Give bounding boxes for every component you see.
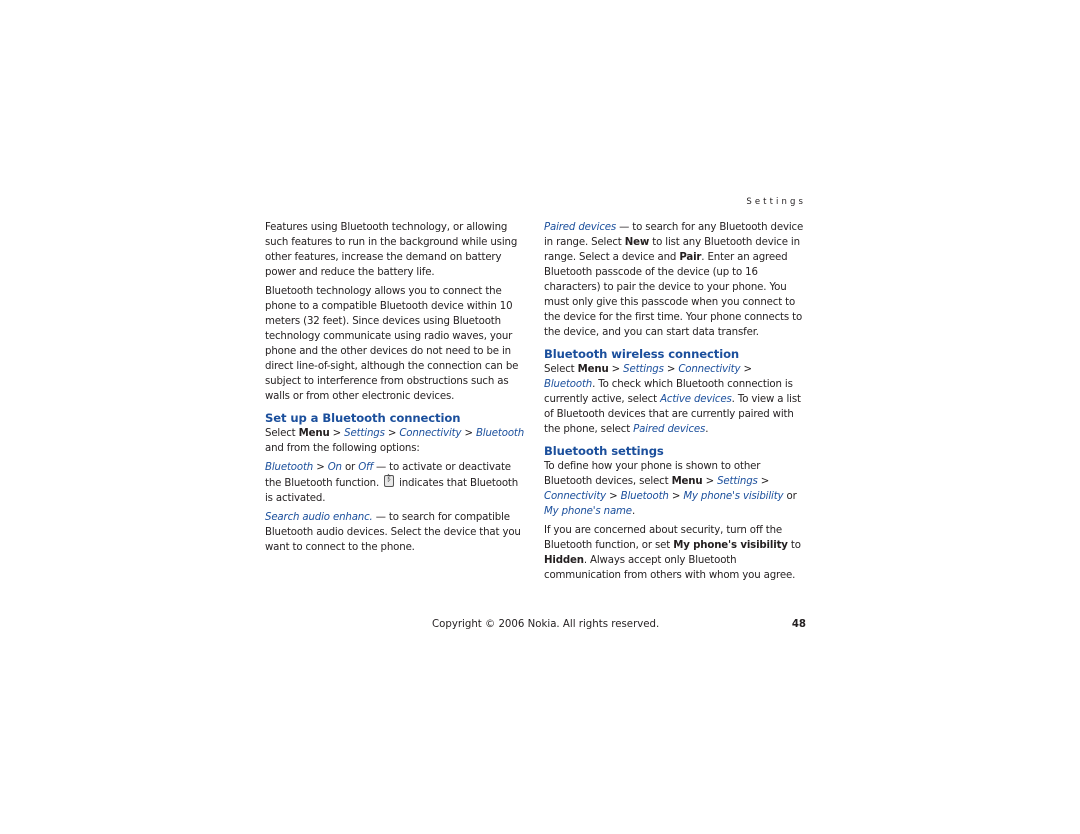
setup-instructions: Select Menu > Settings > Connectivity > … (265, 428, 525, 454)
heading-bluetooth-settings: Bluetooth settings (544, 444, 664, 458)
running-head: Settings (746, 197, 806, 207)
bluetooth-term: Bluetooth (475, 428, 525, 439)
bluetooth-active-icon (384, 473, 395, 487)
menu-term: Menu (298, 428, 330, 439)
bluetooth-intro-paragraph: Bluetooth technology allows you to conne… (265, 286, 519, 402)
heading-wireless-connection: Bluetooth wireless connection (544, 347, 740, 361)
security-paragraph: If you are concerned about security, tur… (544, 525, 801, 581)
settings-term: Settings (344, 428, 385, 439)
right-column: Paired devices — to search for any Bluet… (544, 220, 806, 587)
battery-warning-paragraph: Features using Bluetooth technology, or … (265, 222, 518, 278)
option-bluetooth-on-off: Bluetooth > On or Off — to activate or d… (265, 460, 527, 506)
left-column: Features using Bluetooth technology, or … (265, 220, 527, 559)
copyright-notice: Copyright © 2006 Nokia. All rights reser… (432, 619, 660, 630)
settings-instructions: To define how your phone is shown to oth… (544, 461, 797, 517)
heading-set-up-bluetooth: Set up a Bluetooth connection (265, 411, 461, 425)
page-number: 48 (791, 619, 806, 630)
wireless-instructions: Select Menu > Settings > Connectivity > … (544, 364, 801, 435)
connectivity-term: Connectivity (399, 428, 462, 439)
option-paired-devices: Paired devices — to search for any Bluet… (544, 222, 804, 338)
option-search-audio: Search audio enhanc. — to search for com… (265, 512, 521, 553)
manual-page: Settings Features using Bluetooth techno… (265, 195, 807, 640)
